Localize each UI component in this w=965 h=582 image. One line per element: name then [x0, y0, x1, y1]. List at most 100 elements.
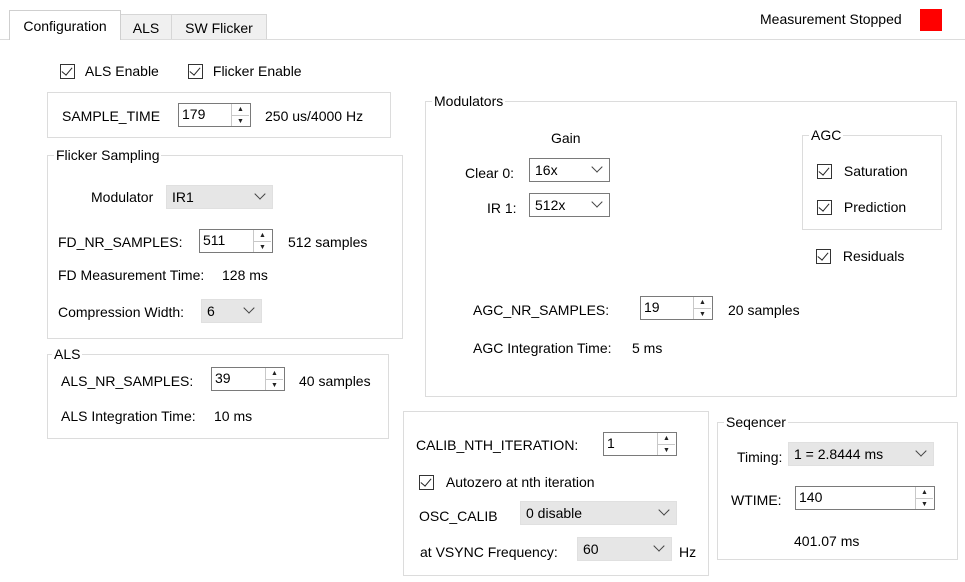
timing-value: 1 = 2.8444 ms	[794, 446, 884, 462]
spin-down-icon[interactable]: ▼	[266, 379, 283, 391]
autozero-checkbox[interactable]: Autozero at nth iteration	[419, 473, 595, 490]
tab-sw-flicker[interactable]: SW Flicker	[171, 14, 267, 40]
chevron-down-icon	[245, 304, 253, 312]
autozero-label: Autozero at nth iteration	[445, 474, 595, 491]
sample-time-info: 250 us/4000 Hz	[265, 108, 364, 124]
spin-up-icon[interactable]: ▲	[694, 297, 711, 308]
calib-nth-iteration-spinner[interactable]: 1 ▲ ▼	[603, 432, 677, 456]
modulators-title: Modulators	[432, 93, 506, 109]
agc-nr-samples-value: 19	[644, 299, 660, 315]
wtime-info: 401.07 ms	[794, 533, 860, 549]
tab-label: ALS	[132, 20, 160, 36]
fd-nr-samples-value: 511	[203, 232, 226, 248]
calibration-group: CALIB_NTH_ITERATION: 1 ▲ ▼ Autozero at n…	[403, 411, 709, 576]
checkbox-box	[188, 63, 203, 79]
tab-divider	[0, 39, 965, 40]
osc-calib-value: 0 disable	[526, 505, 583, 521]
modulator-value: IR1	[172, 189, 194, 205]
modulators-group: Modulators Gain Clear 0: 16x IR 1: 512x …	[425, 93, 957, 397]
als-group-title: ALS	[52, 346, 83, 362]
chevron-down-icon	[593, 198, 601, 206]
wtime-spinner[interactable]: 140 ▲ ▼	[795, 486, 935, 510]
tab-label: SW Flicker	[185, 20, 253, 36]
flicker-enable-checkbox[interactable]: Flicker Enable	[188, 62, 302, 79]
checkbox-box	[60, 63, 75, 79]
modulator-label: Modulator	[91, 189, 154, 205]
spin-up-icon[interactable]: ▲	[266, 368, 283, 379]
chevron-down-icon	[660, 506, 668, 514]
compression-width-value: 6	[207, 303, 215, 319]
vsync-frequency-value: 60	[583, 541, 599, 557]
osc-calib-select[interactable]: 0 disable	[520, 501, 677, 525]
osc-calib-label: OSC_CALIB	[419, 508, 498, 524]
fd-measurement-time-value: 128 ms	[222, 267, 268, 283]
spin-down-icon[interactable]: ▼	[658, 444, 675, 456]
als-nr-samples-value: 39	[215, 370, 231, 386]
modulator-select[interactable]: IR1	[166, 185, 273, 209]
timing-select[interactable]: 1 = 2.8444 ms	[788, 442, 934, 466]
measurement-status-text: Measurement Stopped	[760, 11, 902, 27]
ir-1-label: IR 1:	[487, 200, 517, 216]
spin-up-icon[interactable]: ▲	[658, 433, 675, 444]
clear-0-gain-select[interactable]: 16x	[529, 158, 610, 182]
residuals-checkbox[interactable]: Residuals	[816, 247, 904, 264]
wtime-value: 140	[799, 489, 823, 505]
spin-down-icon[interactable]: ▼	[694, 308, 711, 320]
spinner-buttons: ▲ ▼	[265, 368, 284, 390]
spin-up-icon[interactable]: ▲	[232, 104, 249, 115]
clear-0-label: Clear 0:	[465, 165, 515, 181]
als-nr-samples-spinner[interactable]: 39 ▲ ▼	[211, 367, 285, 391]
calib-nth-iteration-label: CALIB_NTH_ITERATION:	[416, 437, 579, 453]
agc-nr-samples-spinner[interactable]: 19 ▲ ▼	[640, 296, 713, 320]
tab-configuration[interactable]: Configuration	[9, 10, 121, 40]
spinner-buttons: ▲ ▼	[231, 104, 250, 126]
als-enable-label: ALS Enable	[84, 63, 159, 80]
agc-title: AGC	[809, 127, 844, 143]
saturation-checkbox[interactable]: Saturation	[817, 162, 908, 179]
chevron-down-icon	[256, 190, 264, 198]
chevron-down-icon	[655, 542, 663, 550]
chevron-down-icon	[917, 447, 925, 455]
clear-0-gain-value: 16x	[535, 162, 558, 178]
sample-time-value: 179	[182, 106, 206, 122]
spin-up-icon[interactable]: ▲	[254, 230, 271, 241]
als-nr-samples-info: 40 samples	[299, 373, 371, 389]
spinner-buttons: ▲ ▼	[915, 487, 934, 509]
agc-nr-samples-label: AGC_NR_SAMPLES:	[473, 302, 610, 318]
spinner-buttons: ▲ ▼	[657, 433, 676, 455]
ir-1-gain-value: 512x	[535, 197, 566, 213]
spin-down-icon[interactable]: ▼	[232, 115, 249, 127]
flicker-enable-label: Flicker Enable	[212, 63, 302, 80]
spinner-buttons: ▲ ▼	[253, 230, 272, 252]
checkbox-box	[817, 199, 832, 215]
agc-group: AGC Saturation Prediction	[802, 127, 942, 230]
spin-down-icon[interactable]: ▼	[916, 498, 933, 510]
gain-header: Gain	[551, 130, 581, 146]
fd-nr-samples-spinner[interactable]: 511 ▲ ▼	[199, 229, 273, 253]
checkbox-box	[816, 248, 831, 264]
spin-down-icon[interactable]: ▼	[254, 241, 271, 253]
compression-width-select[interactable]: 6	[201, 299, 262, 323]
vsync-frequency-select[interactable]: 60	[577, 537, 672, 561]
calib-nth-iteration-value: 1	[607, 435, 615, 451]
residuals-label: Residuals	[842, 248, 905, 265]
spin-up-icon[interactable]: ▲	[916, 487, 933, 498]
tab-label: Configuration	[23, 18, 107, 34]
fd-measurement-time-label: FD Measurement Time:	[58, 267, 205, 283]
status-indicator	[920, 9, 942, 31]
prediction-checkbox[interactable]: Prediction	[817, 198, 906, 215]
als-integration-time-label: ALS Integration Time:	[61, 408, 196, 424]
als-enable-checkbox[interactable]: ALS Enable	[60, 62, 159, 79]
vsync-unit: Hz	[679, 544, 697, 560]
agc-nr-samples-info: 20 samples	[728, 302, 800, 318]
prediction-label: Prediction	[843, 199, 907, 216]
ir-1-gain-select[interactable]: 512x	[529, 193, 610, 217]
tab-als[interactable]: ALS	[120, 14, 172, 40]
compression-width-label: Compression Width:	[58, 304, 185, 320]
chevron-down-icon	[593, 163, 601, 171]
sequencer-group: Seqencer Timing: 1 = 2.8444 ms WTIME: 14…	[717, 414, 958, 560]
sample-time-spinner[interactable]: 179 ▲ ▼	[178, 103, 251, 127]
fd-nr-samples-info: 512 samples	[288, 234, 368, 250]
flicker-sampling-group: Flicker Sampling Modulator IR1 FD_NR_SAM…	[47, 147, 403, 339]
spinner-buttons: ▲ ▼	[693, 297, 712, 319]
